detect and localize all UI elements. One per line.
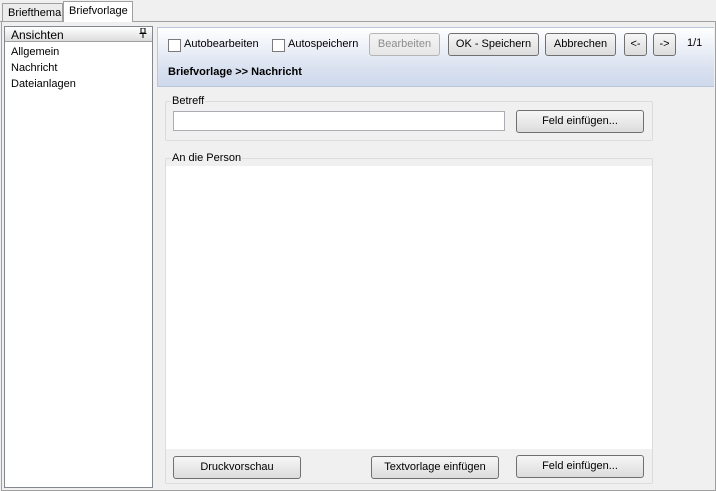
ok-save-button[interactable]: OK - Speichern (448, 33, 539, 56)
tab-briefvorlage[interactable]: Briefvorlage (63, 1, 133, 22)
tab-label: Briefthema (8, 7, 62, 19)
toolbar: Autobearbeiten Autospeichern Bearbeiten … (157, 27, 714, 87)
autobearbeiten-checkbox[interactable] (168, 39, 181, 52)
bearbeiten-button[interactable]: Bearbeiten (369, 33, 440, 56)
cancel-button[interactable]: Abbrechen (545, 33, 616, 56)
previous-record-button[interactable]: <- (624, 33, 647, 56)
form-content: Betreff Feld einfügen... An die Person D… (157, 88, 714, 488)
betreff-input[interactable] (173, 111, 505, 131)
person-label: An die Person (171, 152, 243, 164)
autospeichern-label[interactable]: Autospeichern (288, 38, 358, 50)
print-preview-button[interactable]: Druckvorschau (173, 456, 301, 479)
nav-item-allgemein[interactable]: Allgemein (11, 46, 59, 58)
autobearbeiten-label[interactable]: Autobearbeiten (184, 38, 259, 50)
autospeichern-checkbox[interactable] (272, 39, 285, 52)
breadcrumb: Briefvorlage >> Nachricht (168, 66, 302, 78)
person-message-textarea[interactable] (166, 166, 652, 449)
views-panel-header: Ansichten (5, 27, 152, 42)
pin-icon[interactable] (139, 27, 147, 41)
record-counter: 1/1 (687, 37, 703, 49)
next-record-button[interactable]: -> (653, 33, 676, 56)
betreff-insert-field-button[interactable]: Feld einfügen... (516, 110, 644, 133)
tab-label: Briefvorlage (69, 5, 128, 17)
insert-text-template-button[interactable]: Textvorlage einfügen (371, 456, 499, 479)
tab-briefthema[interactable]: Briefthema (2, 3, 63, 22)
views-panel-title: Ansichten (11, 28, 64, 42)
nav-item-dateianlagen[interactable]: Dateianlagen (11, 78, 76, 90)
tab-strip: Briefthema Briefvorlage (0, 0, 716, 22)
nav-item-nachricht[interactable]: Nachricht (11, 62, 57, 74)
views-panel: Ansichten Allgemein Nachricht Dateianlag… (4, 26, 153, 488)
betreff-label: Betreff (171, 95, 206, 107)
person-insert-field-button[interactable]: Feld einfügen... (516, 455, 644, 478)
